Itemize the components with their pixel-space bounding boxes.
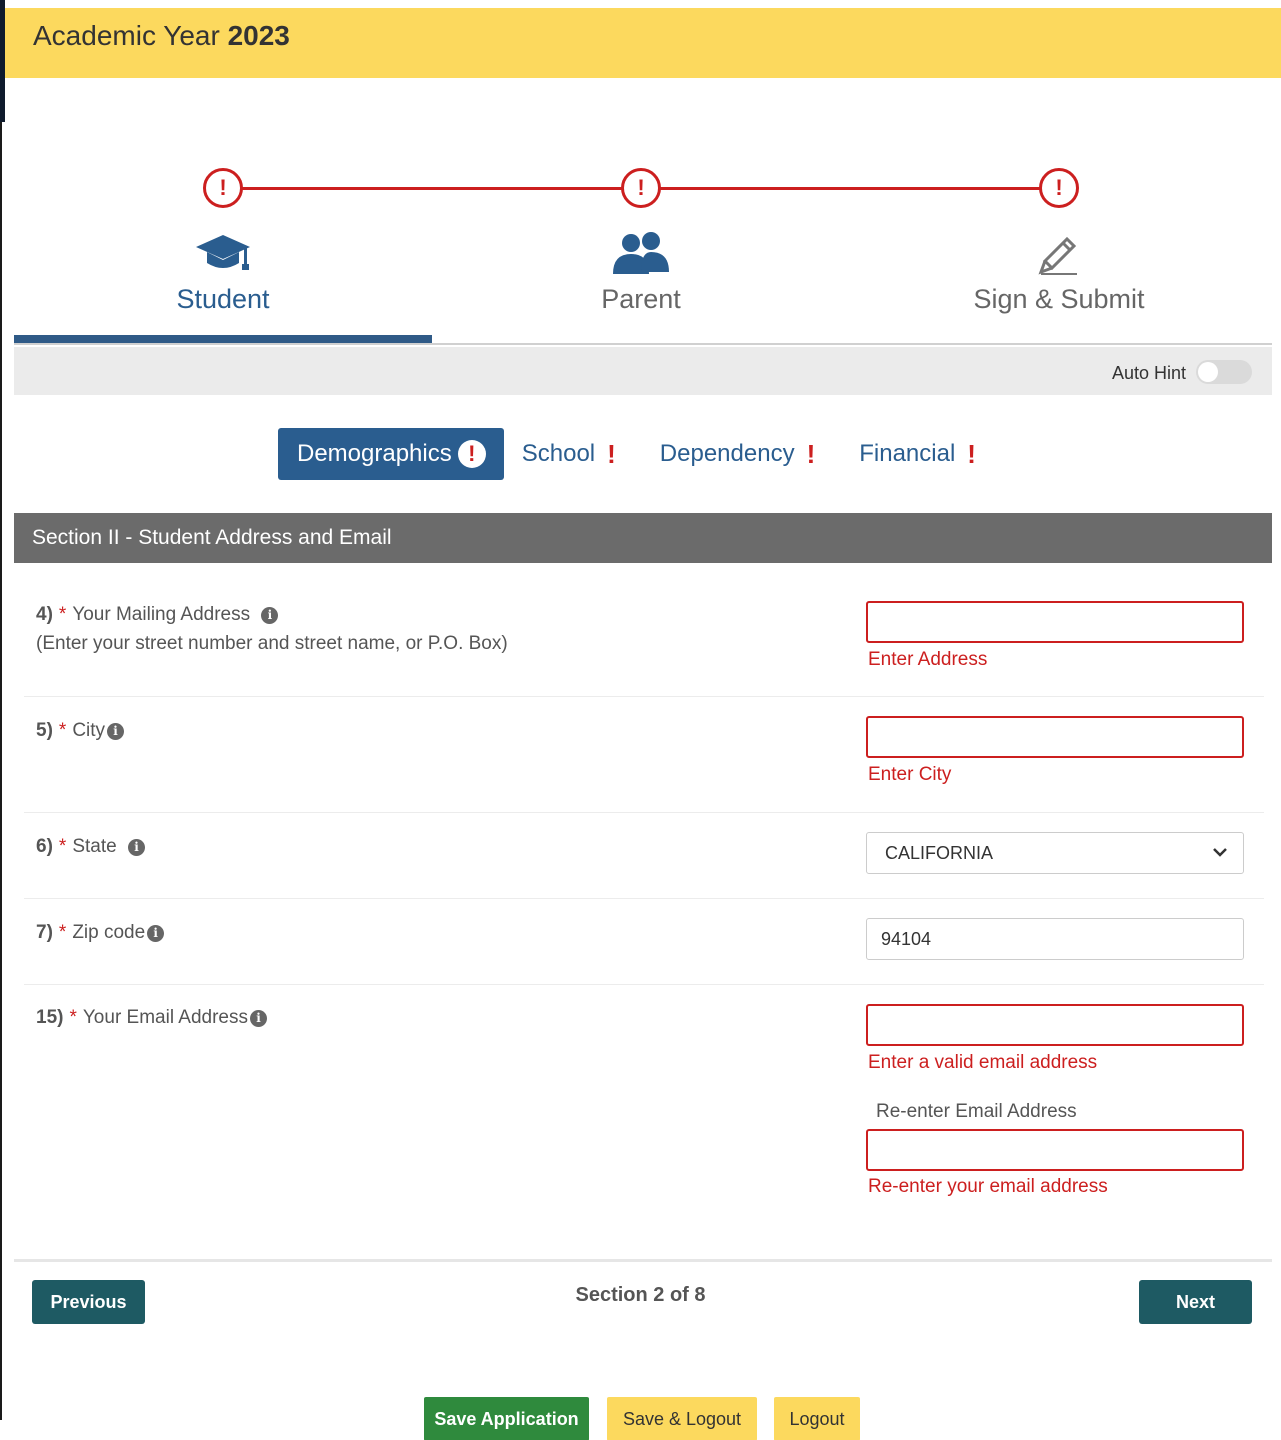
users-icon — [511, 230, 771, 276]
error-message: Enter a valid email address — [868, 1052, 1098, 1073]
next-button[interactable]: Next — [1139, 1280, 1252, 1324]
question-row-mailing: 4) * Your Mailing Address i (Enter your st… — [24, 582, 1264, 697]
question-hint: (Enter your street number and street nam… — [36, 633, 508, 654]
step-status-icon: ! — [1039, 168, 1079, 208]
required-marker: * — [58, 836, 67, 857]
step-label: Sign & Submit — [973, 284, 1145, 314]
state-selected-value: CALIFORNIA — [885, 843, 994, 863]
graduation-cap-icon — [93, 230, 353, 276]
subsection-tabs: Demographics ! School ! Dependency ! Fin… — [278, 428, 1020, 480]
city-input[interactable] — [866, 716, 1244, 758]
section-header: Section II - Student Address and Email — [14, 513, 1272, 563]
question-row-state: 6) * State i CALIFORNIA — [24, 813, 1264, 899]
question-text: Your Email Address — [82, 1007, 248, 1028]
section-progress: Section 2 of 8 — [575, 1284, 706, 1306]
step-label: Parent — [601, 284, 681, 314]
tab-demographics[interactable]: Demographics ! — [278, 428, 504, 480]
question-number: 4) — [36, 604, 53, 625]
progress-stepper: ! Student ! Parent ! Sign & Submit — [14, 160, 1272, 350]
step-sign-submit[interactable]: ! Sign & Submit — [929, 168, 1189, 315]
email-input[interactable] — [866, 1004, 1244, 1046]
required-marker: * — [58, 922, 67, 943]
section-title: Section II - Student Address and Email — [32, 526, 392, 549]
academic-year: 2023 — [227, 20, 290, 51]
step-student[interactable]: ! Student — [93, 168, 353, 315]
title-prefix: Academic Year — [33, 20, 220, 51]
info-icon[interactable]: i — [249, 1010, 267, 1027]
state-select[interactable]: CALIFORNIA — [866, 832, 1244, 874]
info-icon[interactable]: i — [261, 607, 279, 624]
alert-icon: ! — [967, 438, 976, 469]
alert-icon: ! — [607, 438, 616, 469]
info-icon[interactable]: i — [147, 925, 165, 942]
page-title: Academic Year 2023 — [33, 20, 290, 52]
question-text: State — [72, 836, 117, 857]
step-label: Student — [176, 284, 270, 314]
question-number: 5) — [36, 720, 53, 741]
mailing-address-input[interactable] — [866, 601, 1244, 643]
footer-divider — [14, 1259, 1272, 1262]
left-border — [0, 0, 5, 1420]
required-marker: * — [69, 1007, 77, 1028]
question-label: 4) * Your Mailing Address i — [36, 604, 279, 626]
pencil-icon — [929, 230, 1189, 276]
zip-code-input[interactable] — [866, 918, 1244, 960]
stepper-underline — [14, 343, 1272, 345]
toggle-knob — [1198, 362, 1218, 382]
stepper-active-underline — [14, 335, 432, 343]
question-label: 6) * State i — [36, 836, 145, 858]
error-message: Enter Address — [868, 649, 988, 670]
logout-button[interactable]: Logout — [774, 1397, 860, 1440]
question-label: 7) * Zip code i — [36, 922, 165, 944]
tab-financial[interactable]: Financial ! — [859, 439, 976, 470]
question-number: 7) — [36, 922, 53, 943]
info-icon[interactable]: i — [107, 723, 125, 740]
step-parent[interactable]: ! Parent — [511, 168, 771, 315]
question-label: 5) * City i — [36, 720, 125, 742]
error-message: Enter City — [868, 764, 952, 785]
auto-hint-toggle[interactable] — [1196, 360, 1252, 384]
error-message: Re-enter your email address — [868, 1176, 1108, 1197]
question-text: Zip code — [72, 922, 146, 943]
alert-icon: ! — [457, 440, 486, 468]
question-number: 6) — [36, 836, 53, 857]
reenter-email-input[interactable] — [866, 1129, 1244, 1171]
reenter-email-label: Re-enter Email Address — [876, 1101, 1077, 1122]
tab-label: School — [521, 440, 596, 467]
question-text: Your Mailing Address — [72, 604, 251, 625]
alert-icon: ! — [806, 438, 816, 469]
tab-dependency[interactable]: Dependency ! — [660, 439, 815, 470]
page-header: Academic Year 2023 — [5, 8, 1281, 78]
question-row-city: 5) * City i Enter City — [24, 697, 1264, 813]
question-text: City — [72, 720, 106, 741]
tab-label: Financial — [859, 440, 956, 467]
save-application-button[interactable]: Save Application — [424, 1397, 589, 1440]
hint-bar: Auto Hint — [14, 347, 1272, 395]
question-label: 15) * Your Email Address i — [36, 1007, 267, 1029]
auto-hint-label: Auto Hint — [1111, 363, 1186, 383]
question-row-email: 15) * Your Email Address i Enter a valid em… — [24, 985, 1264, 1225]
tab-label: Demographics — [297, 440, 452, 467]
step-status-icon: ! — [203, 168, 243, 208]
chevron-down-icon — [1213, 848, 1227, 857]
tab-label: Dependency — [659, 440, 795, 467]
info-icon[interactable]: i — [127, 839, 145, 856]
required-marker: * — [58, 720, 67, 741]
step-status-icon: ! — [621, 168, 661, 208]
question-number: 15) — [36, 1007, 64, 1028]
question-row-zip: 7) * Zip code i — [24, 899, 1264, 985]
save-logout-button[interactable]: Save & Logout — [607, 1397, 757, 1440]
tab-school[interactable]: School ! — [522, 439, 616, 470]
required-marker: * — [58, 604, 67, 625]
